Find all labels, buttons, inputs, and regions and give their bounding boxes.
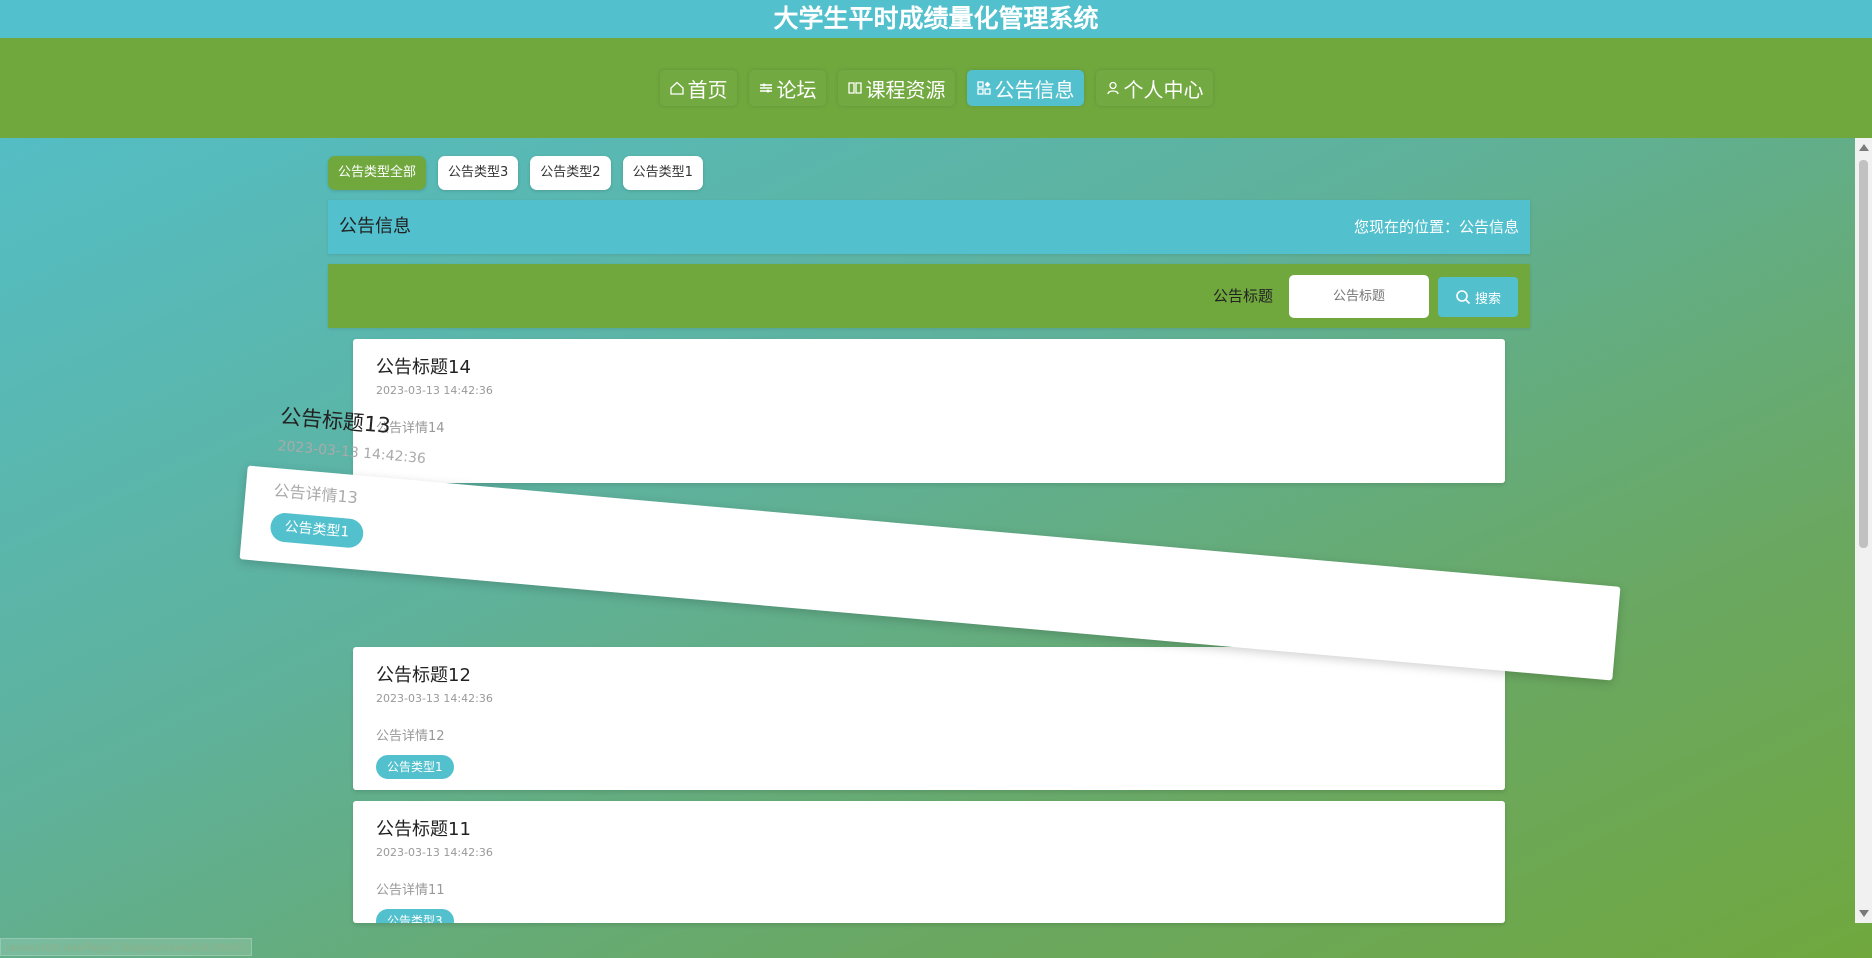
nav-item-course-resources[interactable]: 课程资源 — [838, 70, 955, 106]
search-button[interactable]: 搜索 — [1438, 277, 1518, 317]
scroll-down-arrow[interactable] — [1859, 910, 1869, 917]
search-label: 公告标题 — [1213, 287, 1274, 305]
nav-item-label: 论坛 — [776, 77, 817, 102]
main-nav: 首页 论坛 课程资源 公告信息 个人中心 — [0, 38, 1872, 138]
nav-item-label: 公告信息 — [994, 77, 1075, 102]
search-input[interactable] — [1289, 275, 1429, 318]
nav-item-label: 课程资源 — [865, 77, 946, 102]
home-icon — [669, 81, 684, 95]
nav-item-label: 个人中心 — [1123, 77, 1204, 102]
nav-item-label: 首页 — [687, 77, 728, 102]
search-bar: 公告标题 搜索 — [328, 264, 1530, 328]
breadcrumb: 公告信息 您现在的位置：公告信息 — [328, 200, 1530, 254]
notice-title: 公告标题14 — [376, 357, 471, 378]
status-url: javascript:navPage('./pages/news/list.ht… — [0, 938, 252, 956]
scroll-up-arrow[interactable] — [1859, 144, 1869, 151]
search-button-label: 搜索 — [1474, 291, 1501, 307]
user-icon — [1106, 81, 1119, 95]
notice-card[interactable]: 公告标题12 2023-03-13 14:42:36 公告详情12 公告类型1 — [353, 647, 1505, 790]
sliders-icon — [759, 83, 772, 93]
notice-date: 2023-03-13 14:42:36 — [376, 846, 493, 859]
notice-title: 公告标题12 — [376, 665, 471, 686]
type-tab-all[interactable]: 公告类型全部 — [328, 156, 427, 190]
notice-title: 公告标题11 — [376, 819, 471, 840]
nav-item-notices[interactable]: 公告信息 — [966, 70, 1084, 106]
type-tab-2[interactable]: 公告类型2 — [530, 156, 611, 190]
notice-desc: 公告详情11 — [376, 883, 445, 898]
book-icon — [847, 82, 862, 94]
page-scrollbar[interactable] — [1855, 138, 1872, 923]
notice-type-badge: 公告类型1 — [269, 511, 365, 549]
page-title: 公告信息 — [339, 216, 411, 237]
notice-type-tabs: 公告类型全部 公告类型3 公告类型2 公告类型1 — [328, 156, 703, 190]
notice-card[interactable]: 公告标题14 2023-03-13 14:42:36 公告详情14 — [353, 339, 1505, 483]
notice-date: 2023-03-13 14:42:36 — [376, 692, 493, 705]
notice-type-badge: 公告类型3 — [376, 909, 454, 923]
notice-desc: 公告详情12 — [376, 729, 445, 744]
current-location: 您现在的位置：公告信息 — [1353, 218, 1519, 236]
nav-item-forum[interactable]: 论坛 — [749, 70, 826, 106]
notice-date: 2023-03-13 14:42:36 — [376, 384, 493, 397]
search-icon — [1456, 290, 1471, 305]
notice-desc: 公告详情13 — [272, 480, 359, 508]
scroll-thumb[interactable] — [1859, 160, 1868, 548]
type-tab-3[interactable]: 公告类型3 — [438, 156, 519, 190]
notice-card[interactable]: 公告标题11 2023-03-13 14:42:36 公告详情11 公告类型3 — [353, 801, 1505, 923]
grid-icon — [976, 81, 991, 95]
nav-item-home[interactable]: 首页 — [660, 70, 737, 106]
notice-type-badge: 公告类型1 — [376, 755, 454, 779]
type-tab-1[interactable]: 公告类型1 — [622, 156, 703, 190]
app-title: 大学生平时成绩量化管理系统 — [0, 0, 1872, 38]
nav-item-profile[interactable]: 个人中心 — [1096, 70, 1213, 106]
